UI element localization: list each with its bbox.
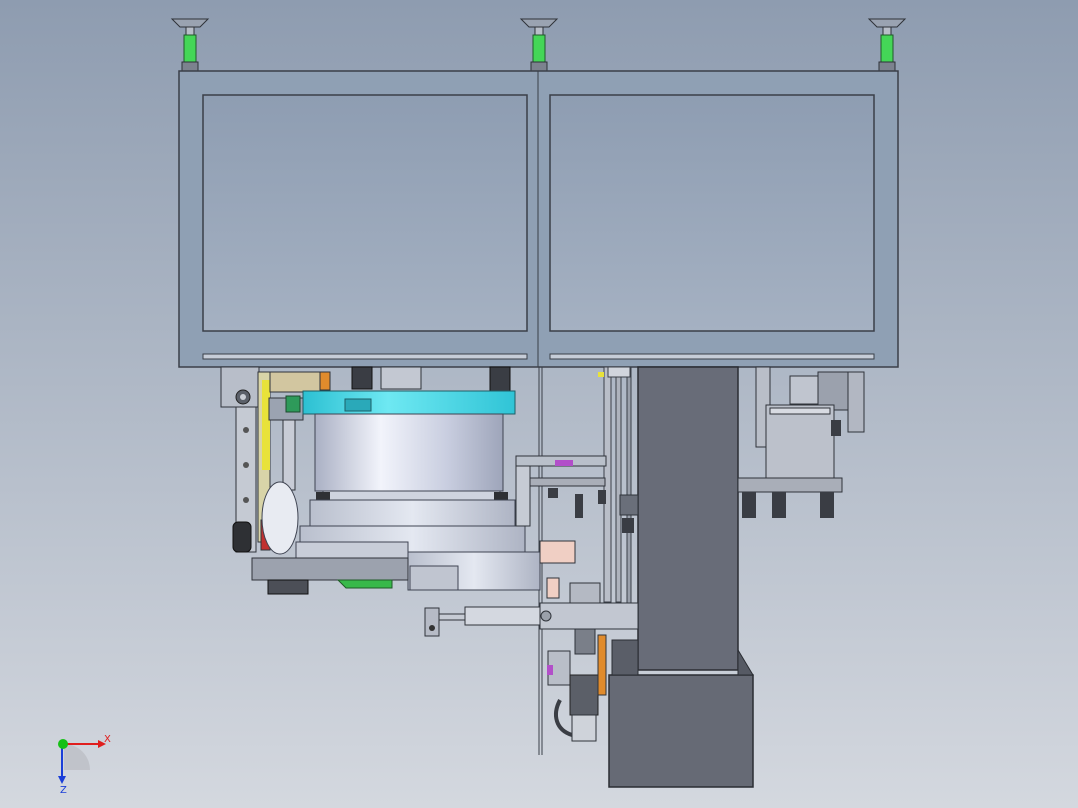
green-plate [336, 579, 393, 589]
cad-drawing: X Z [0, 0, 1078, 808]
frame-panel-right [549, 94, 875, 332]
y-axis-dot [58, 739, 68, 749]
x-axis-label: X [104, 734, 111, 745]
frame-panel-left [202, 94, 528, 332]
base-block [608, 674, 754, 788]
frame-bottom-rail-right [549, 353, 875, 360]
green-post [183, 34, 197, 64]
knob [232, 521, 252, 553]
z-axis-label: Z [60, 785, 67, 796]
cad-viewport[interactable]: X Z [0, 0, 1078, 808]
green-post [532, 34, 546, 64]
frame-bottom-rail-left [202, 353, 528, 360]
main-frame [178, 70, 899, 368]
green-post [880, 34, 894, 64]
pink-block [539, 540, 576, 564]
